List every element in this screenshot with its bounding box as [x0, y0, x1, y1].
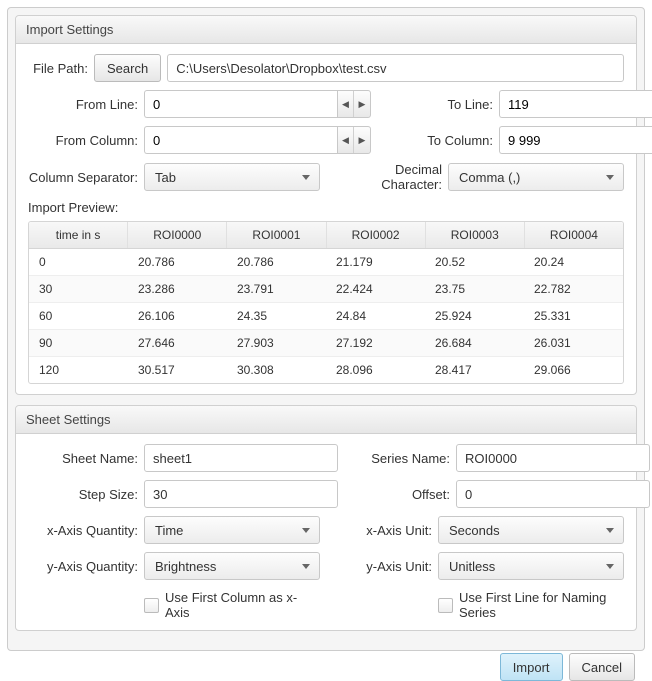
sheet-settings-panel: Sheet Settings Sheet Name: Series Name: … — [15, 405, 637, 631]
table-cell: 23.791 — [227, 276, 326, 302]
chevron-left-icon[interactable]: ◀ — [338, 91, 354, 117]
table-cell: 28.417 — [425, 357, 524, 383]
table-cell: 27.646 — [128, 330, 227, 356]
to-column-input[interactable] — [499, 126, 652, 154]
column-separator-select[interactable]: Tab — [144, 163, 320, 191]
column-separator-label: Column Separator: — [28, 170, 138, 185]
table-cell: 26.031 — [524, 330, 623, 356]
table-cell: 26.684 — [425, 330, 524, 356]
table-cell: 120 — [29, 357, 128, 383]
x-axis-unit-select[interactable]: Seconds — [438, 516, 624, 544]
import-preview-table: time in sROI0000ROI0001ROI0002ROI0003ROI… — [28, 221, 624, 384]
x-axis-quantity-select[interactable]: Time — [144, 516, 320, 544]
y-axis-quantity-select[interactable]: Brightness — [144, 552, 320, 580]
from-column-input[interactable] — [144, 126, 337, 154]
to-column-spinner[interactable]: ◀ ▶ — [499, 126, 652, 154]
table-header[interactable]: ROI0004 — [525, 222, 623, 248]
chevron-right-icon[interactable]: ▶ — [354, 127, 370, 153]
table-header[interactable]: ROI0002 — [327, 222, 426, 248]
from-line-spinner[interactable]: ◀ ▶ — [144, 90, 371, 118]
use-first-line-label: Use First Line for Naming Series — [459, 590, 624, 620]
step-size-label: Step Size: — [28, 487, 138, 502]
x-axis-unit-label: x-Axis Unit: — [332, 523, 432, 538]
to-line-label: To Line: — [383, 97, 493, 112]
sheet-settings-title: Sheet Settings — [16, 406, 636, 434]
to-line-input[interactable] — [499, 90, 652, 118]
search-button[interactable]: Search — [94, 54, 161, 82]
import-preview-label: Import Preview: — [28, 200, 624, 215]
file-path-label: File Path: — [28, 61, 88, 76]
table-cell: 30 — [29, 276, 128, 302]
table-cell: 23.75 — [425, 276, 524, 302]
y-axis-unit-label: y-Axis Unit: — [332, 559, 432, 574]
from-column-label: From Column: — [28, 133, 138, 148]
to-line-spinner[interactable]: ◀ ▶ — [499, 90, 652, 118]
table-header[interactable]: ROI0003 — [426, 222, 525, 248]
import-settings-panel: Import Settings File Path: Search From L… — [15, 15, 637, 395]
table-row: 3023.28623.79122.42423.7522.782 — [29, 276, 623, 303]
table-cell: 25.331 — [524, 303, 623, 329]
chevron-left-icon[interactable]: ◀ — [338, 127, 354, 153]
series-name-input[interactable] — [456, 444, 650, 472]
table-cell: 90 — [29, 330, 128, 356]
table-cell: 20.786 — [128, 249, 227, 275]
table-row: 12030.51730.30828.09628.41729.066 — [29, 357, 623, 383]
series-name-label: Series Name: — [350, 451, 450, 466]
decimal-character-label: Decimal Character: — [332, 162, 442, 192]
table-row: 9027.64627.90327.19226.68426.031 — [29, 330, 623, 357]
offset-input[interactable] — [456, 480, 650, 508]
import-button[interactable]: Import — [500, 653, 563, 681]
table-row: 6026.10624.3524.8425.92425.331 — [29, 303, 623, 330]
table-cell: 24.35 — [227, 303, 326, 329]
dialog-button-bar: Import Cancel — [15, 651, 637, 681]
table-cell: 26.106 — [128, 303, 227, 329]
table-cell: 22.424 — [326, 276, 425, 302]
table-row: 020.78620.78621.17920.5220.24 — [29, 249, 623, 276]
sheet-name-input[interactable] — [144, 444, 338, 472]
table-cell: 0 — [29, 249, 128, 275]
table-cell: 60 — [29, 303, 128, 329]
table-cell: 23.286 — [128, 276, 227, 302]
table-cell: 20.24 — [524, 249, 623, 275]
table-cell: 30.517 — [128, 357, 227, 383]
table-cell: 20.52 — [425, 249, 524, 275]
use-first-column-label: Use First Column as x-Axis — [165, 590, 320, 620]
from-line-input[interactable] — [144, 90, 337, 118]
sheet-name-label: Sheet Name: — [28, 451, 138, 466]
table-cell: 27.192 — [326, 330, 425, 356]
y-axis-unit-select[interactable]: Unitless — [438, 552, 624, 580]
to-column-label: To Column: — [383, 133, 493, 148]
from-line-label: From Line: — [28, 97, 138, 112]
y-axis-quantity-label: y-Axis Quantity: — [28, 559, 138, 574]
cancel-button[interactable]: Cancel — [569, 653, 635, 681]
from-column-spinner[interactable]: ◀ ▶ — [144, 126, 371, 154]
table-cell: 30.308 — [227, 357, 326, 383]
use-first-line-checkbox[interactable] — [438, 598, 453, 613]
file-path-input[interactable] — [167, 54, 624, 82]
import-settings-title: Import Settings — [16, 16, 636, 44]
table-cell: 29.066 — [524, 357, 623, 383]
table-cell: 22.782 — [524, 276, 623, 302]
table-cell: 28.096 — [326, 357, 425, 383]
step-size-input[interactable] — [144, 480, 338, 508]
x-axis-quantity-label: x-Axis Quantity: — [28, 523, 138, 538]
chevron-right-icon[interactable]: ▶ — [354, 91, 370, 117]
table-cell: 20.786 — [227, 249, 326, 275]
table-header[interactable]: ROI0000 — [128, 222, 227, 248]
table-cell: 24.84 — [326, 303, 425, 329]
table-cell: 27.903 — [227, 330, 326, 356]
table-header[interactable]: time in s — [29, 222, 128, 248]
dialog-root: Import Settings File Path: Search From L… — [7, 7, 645, 651]
table-cell: 21.179 — [326, 249, 425, 275]
table-header[interactable]: ROI0001 — [227, 222, 326, 248]
offset-label: Offset: — [350, 487, 450, 502]
use-first-column-checkbox[interactable] — [144, 598, 159, 613]
table-cell: 25.924 — [425, 303, 524, 329]
decimal-character-select[interactable]: Comma (,) — [448, 163, 624, 191]
